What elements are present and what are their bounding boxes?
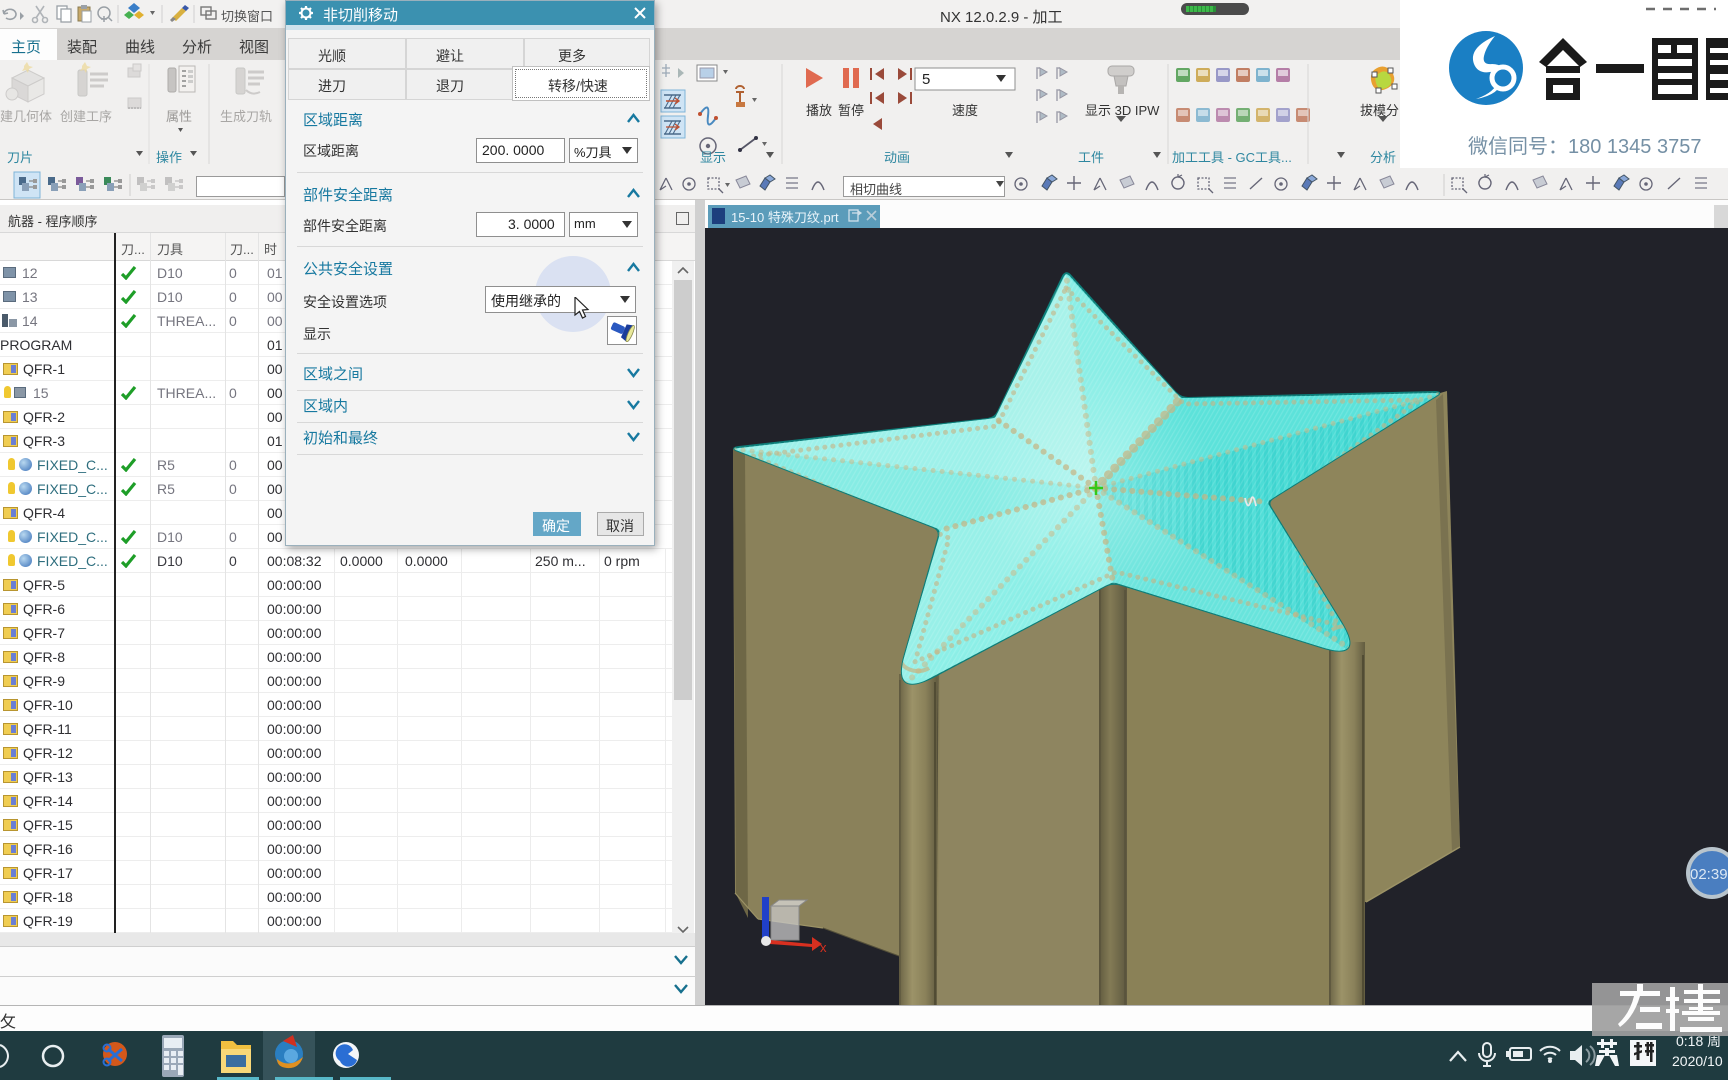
svg-text:2020/10: 2020/10	[1672, 1053, 1723, 1069]
svg-text:02:39: 02:39	[1690, 866, 1728, 883]
svg-text:15-10 特殊刀纹.prt: 15-10 特殊刀纹.prt	[731, 210, 839, 225]
svg-text:微信同号：180 1345 3757: 微信同号：180 1345 3757	[1468, 135, 1701, 158]
svg-text:x: x	[820, 940, 827, 955]
svg-text:5: 5	[922, 71, 930, 88]
